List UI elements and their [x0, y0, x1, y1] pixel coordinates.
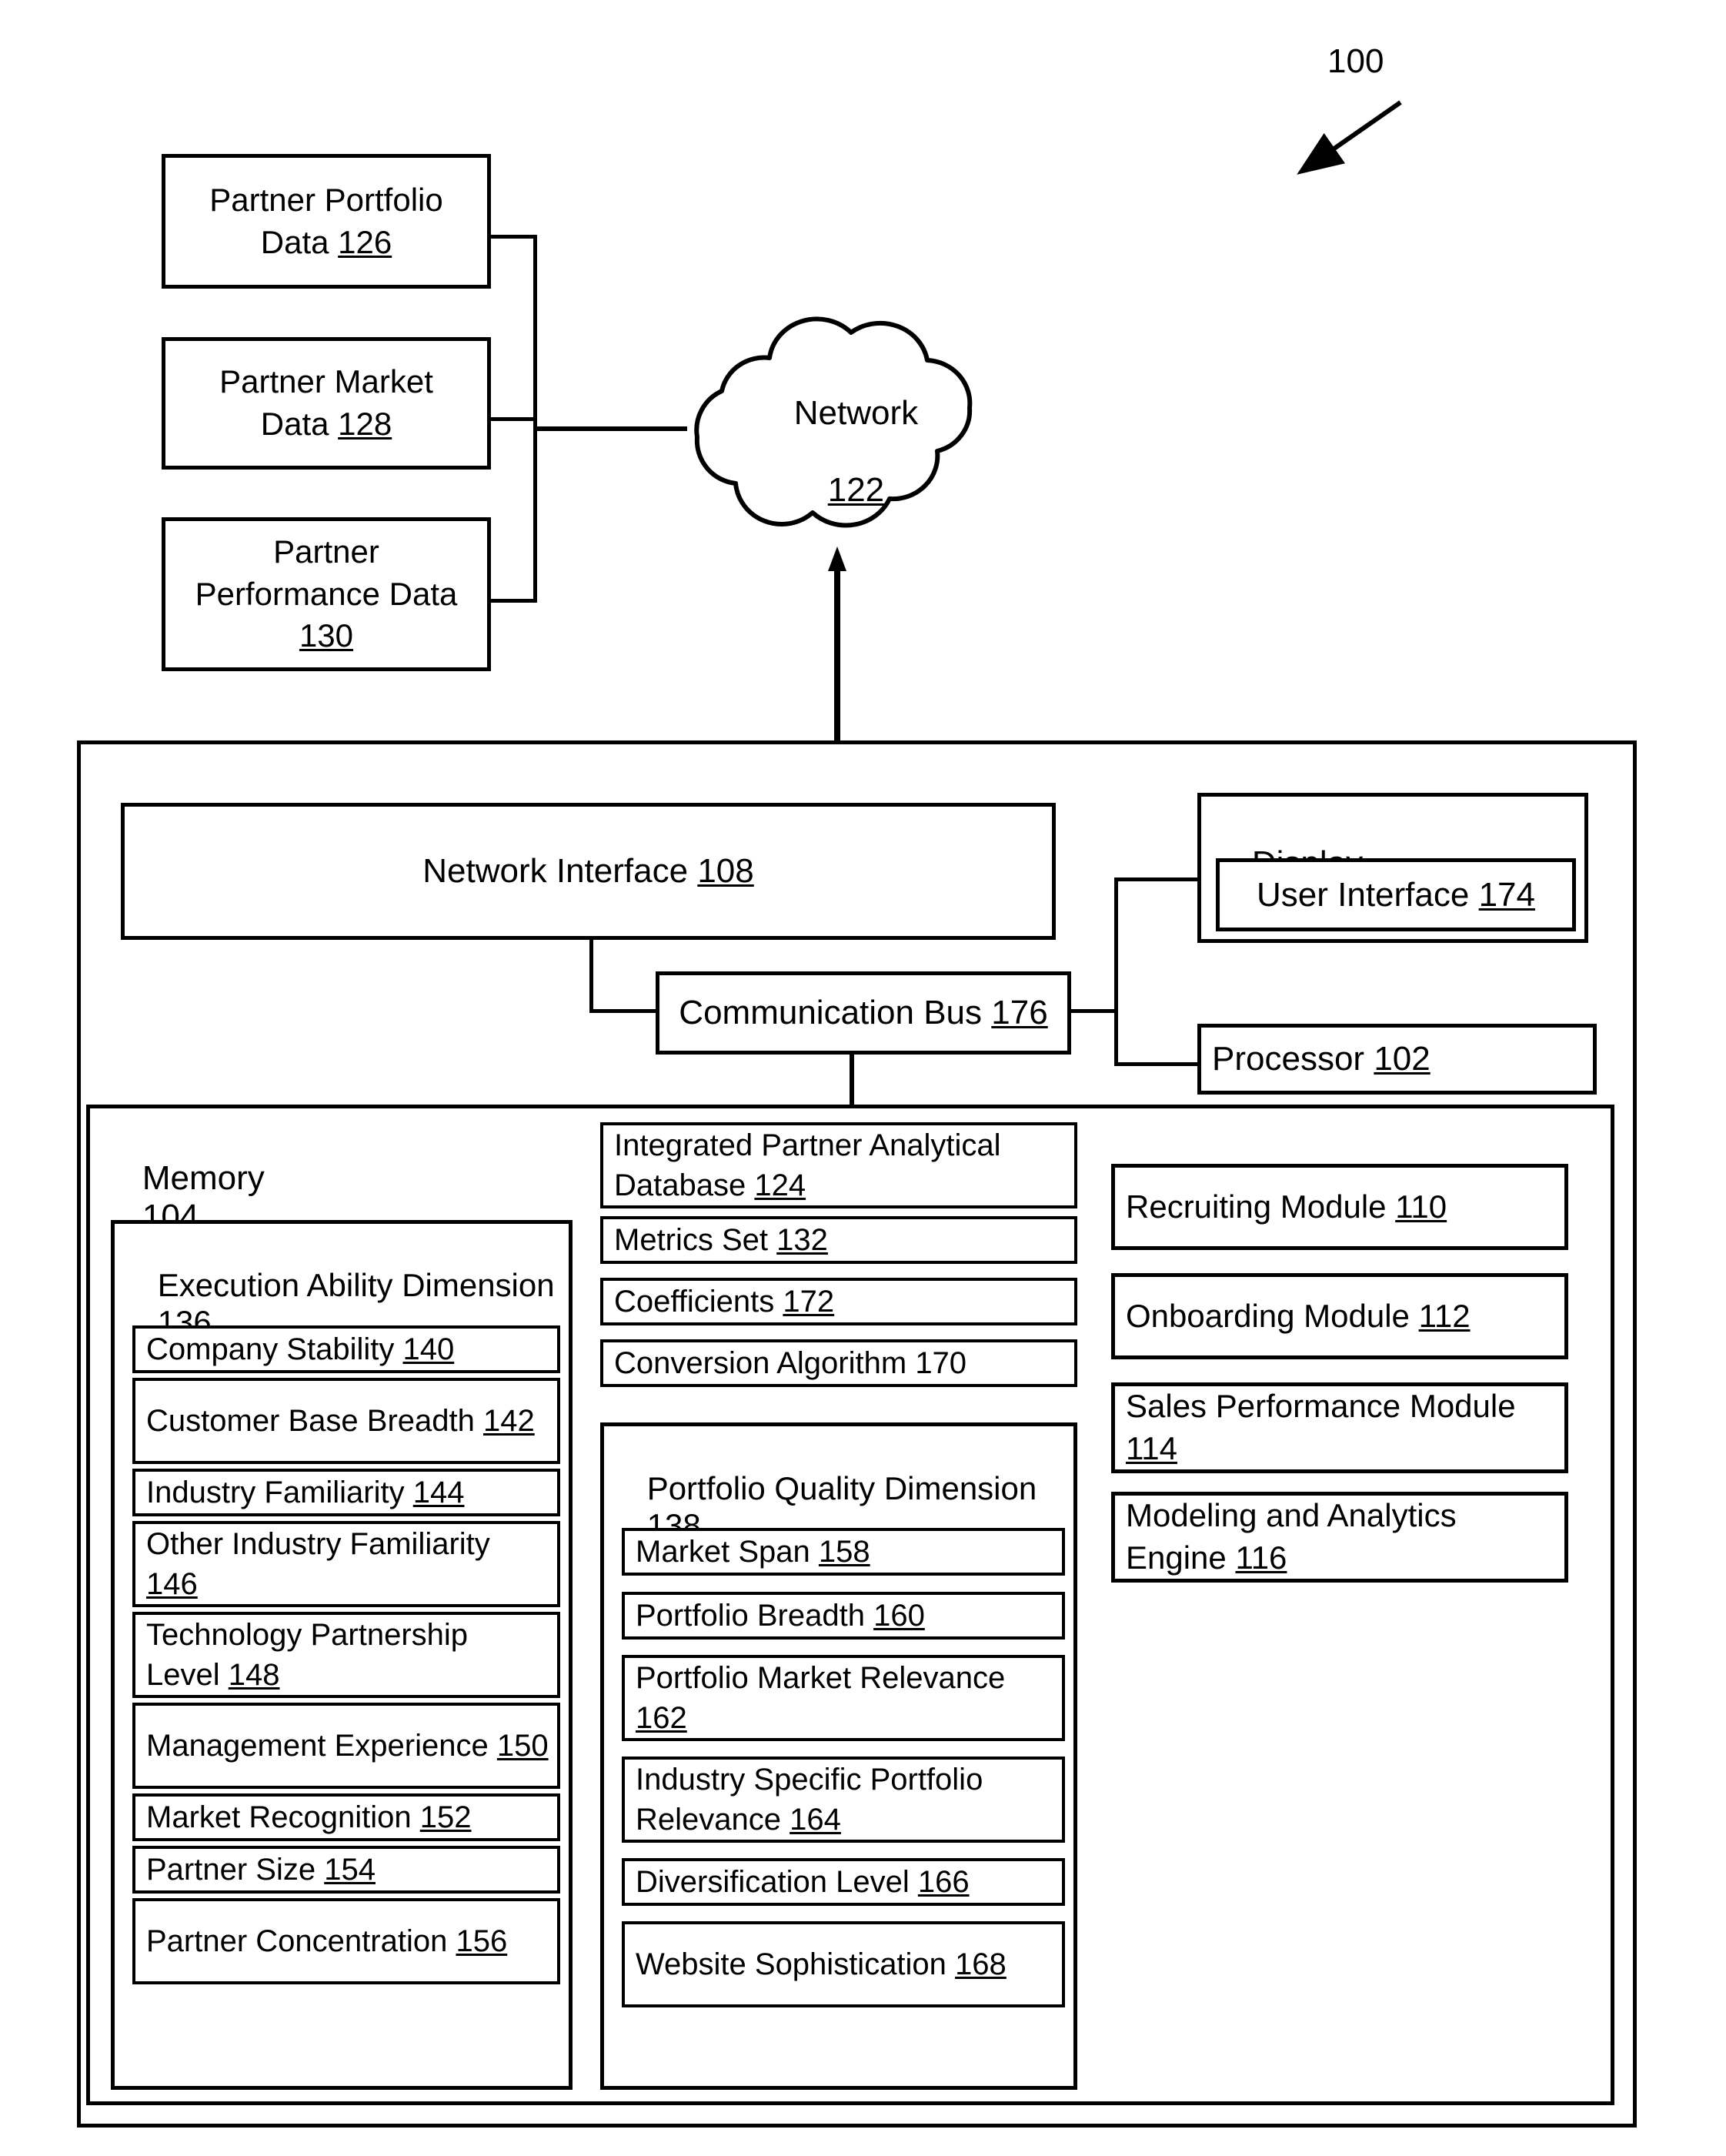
metric-box-management-experience[interactable]: Management Experience 150 [132, 1703, 560, 1789]
module-label: Recruiting Module 110 [1126, 1188, 1447, 1225]
metric-box-partner-size[interactable]: Partner Size 154 [132, 1846, 560, 1894]
source-label: Partner Performance Data 130 [195, 533, 458, 654]
metric-label: Customer Base Breadth 142 [146, 1404, 535, 1438]
metric-label: Market Recognition 152 [146, 1800, 472, 1834]
module-box-onboarding-module[interactable]: Onboarding Module 112 [1111, 1273, 1568, 1359]
connector-bus-memory [850, 1055, 854, 1105]
database-label: Integrated Partner Analytical Database 1… [614, 1128, 1001, 1202]
metric-box-customer-base-breadth[interactable]: Customer Base Breadth 142 [132, 1378, 560, 1464]
source-box-partner-market-data[interactable]: Partner Market Data 128 [162, 337, 491, 470]
connector-market-stub [491, 417, 537, 421]
communication-bus-label: Communication Bus 176 [679, 994, 1048, 1032]
metric-label: Partner Concentration 156 [146, 1924, 508, 1958]
processor-label: Processor 102 [1212, 1040, 1431, 1078]
database-label: Conversion Algorithm 170 [614, 1346, 967, 1380]
metric-label: Industry Familiarity 144 [146, 1476, 465, 1509]
user-interface-label: User Interface 174 [1257, 875, 1535, 914]
quality-metric-label: Website Sophistication 168 [636, 1947, 1007, 1981]
quality-metric-box-website-sophistication[interactable]: Website Sophistication 168 [622, 1921, 1065, 2007]
metric-box-industry-familiarity[interactable]: Industry Familiarity 144 [132, 1469, 560, 1516]
source-label: Partner Portfolio Data 126 [209, 181, 443, 260]
communication-bus-box[interactable]: Communication Bus 176 [656, 971, 1071, 1055]
network-interface-box[interactable]: Network Interface 108 [121, 803, 1056, 940]
quality-metric-label: Market Span 158 [636, 1535, 870, 1569]
metric-box-technology-partnership-level[interactable]: Technology Partnership Level 148 [132, 1612, 560, 1698]
connector-to-display [1114, 877, 1199, 881]
metric-label: Management Experience 150 [146, 1729, 549, 1763]
module-label: Modeling and Analytics Engine 116 [1126, 1497, 1457, 1576]
network-interface-label: Network Interface 108 [422, 852, 754, 891]
quality-metric-box-portfolio-breadth[interactable]: Portfolio Breadth 160 [622, 1592, 1065, 1640]
connector-to-processor [1114, 1062, 1199, 1066]
quality-metric-label: Diversification Level 166 [636, 1865, 970, 1899]
database-box-integrated-partner-analytical-database[interactable]: Integrated Partner Analytical Database 1… [600, 1122, 1077, 1208]
database-label: Metrics Set 132 [614, 1223, 828, 1257]
user-interface-box[interactable]: User Interface 174 [1216, 858, 1576, 931]
metric-box-company-stability[interactable]: Company Stability 140 [132, 1325, 560, 1373]
metric-label: Technology Partnership Level 148 [146, 1618, 469, 1692]
module-label: Onboarding Module 112 [1126, 1297, 1471, 1334]
quality-metric-label: Industry Specific Portfolio Relevance 16… [636, 1763, 983, 1837]
database-box-conversion-algorithm[interactable]: Conversion Algorithm 170 [600, 1339, 1077, 1387]
connector-ni-bus-vertical [589, 940, 593, 1013]
source-box-partner-performance-data[interactable]: Partner Performance Data 130 [162, 517, 491, 671]
figure-reference-arrow [1297, 100, 1402, 175]
metric-label: Company Stability 140 [146, 1332, 455, 1366]
metric-label: Other Industry Familiarity 146 [146, 1527, 490, 1601]
quality-metric-label: Portfolio Market Relevance 162 [636, 1661, 1006, 1735]
connector-right-vertical-bus [1114, 877, 1118, 1066]
connector-vertical-bus [533, 235, 537, 603]
quality-metric-box-diversification-level[interactable]: Diversification Level 166 [622, 1858, 1065, 1906]
module-box-recruiting-module[interactable]: Recruiting Module 110 [1111, 1164, 1568, 1250]
quality-metric-box-industry-specific-portfolio-relevance[interactable]: Industry Specific Portfolio Relevance 16… [622, 1757, 1065, 1843]
database-label: Coefficients 172 [614, 1285, 835, 1319]
quality-metric-box-portfolio-market-relevance[interactable]: Portfolio Market Relevance 162 [622, 1655, 1065, 1741]
connector-performance-stub [491, 599, 537, 603]
metric-box-partner-concentration[interactable]: Partner Concentration 156 [132, 1898, 560, 1984]
module-label: Sales Performance Module 114 [1126, 1388, 1516, 1466]
source-box-partner-portfolio-data[interactable]: Partner Portfolio Data 126 [162, 154, 491, 289]
database-box-coefficients[interactable]: Coefficients 172 [600, 1278, 1077, 1325]
network-label: Network 122 [793, 394, 919, 509]
metric-label: Partner Size 154 [146, 1853, 376, 1887]
figure-canvas: 100 Partner Portfolio Data 126 Partner M… [0, 0, 1726, 2156]
source-label: Partner Market Data 128 [219, 363, 433, 442]
figure-reference-numeral: 100 [1327, 42, 1384, 80]
quality-metric-box-market-span[interactable]: Market Span 158 [622, 1528, 1065, 1576]
module-box-sales-performance-module[interactable]: Sales Performance Module 114 [1111, 1382, 1568, 1473]
metric-box-other-industry-familiarity[interactable]: Other Industry Familiarity 146 [132, 1521, 560, 1607]
metric-box-market-recognition[interactable]: Market Recognition 152 [132, 1793, 560, 1841]
processor-box[interactable]: Processor 102 [1197, 1024, 1597, 1095]
quality-metric-label: Portfolio Breadth 160 [636, 1599, 925, 1633]
database-box-metrics-set[interactable]: Metrics Set 132 [600, 1216, 1077, 1264]
module-box-modeling-and-analytics-engine[interactable]: Modeling and Analytics Engine 116 [1111, 1492, 1568, 1583]
connector-ni-bus-horizontal [589, 1009, 659, 1013]
connector-bus-right-stub [1071, 1009, 1117, 1013]
connector-portfolio-stub [491, 235, 537, 239]
